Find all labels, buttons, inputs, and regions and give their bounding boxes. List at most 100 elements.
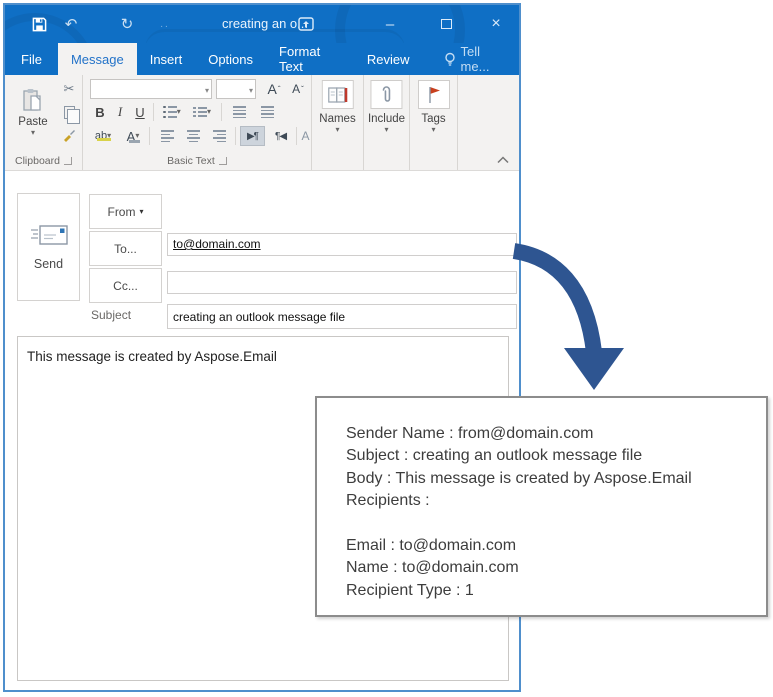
- separator: [235, 127, 236, 145]
- tab-insert[interactable]: Insert: [137, 43, 196, 75]
- send-envelope-icon: [29, 223, 69, 247]
- minimize-button[interactable]: –: [373, 5, 407, 43]
- align-left-icon: [160, 130, 174, 142]
- callout-line: Email : to@domain.com: [346, 537, 517, 555]
- shrink-font-button[interactable]: Aˇ: [287, 79, 309, 99]
- left-to-right-button[interactable]: ▶¶: [240, 126, 265, 146]
- dialog-launcher-icon[interactable]: [63, 157, 72, 166]
- to-field[interactable]: to@domain.com: [167, 233, 517, 256]
- chevron-down-icon: ▾: [384, 125, 389, 134]
- names-button[interactable]: Names ▾: [319, 80, 356, 134]
- dialog-launcher-icon[interactable]: [218, 157, 227, 166]
- subject-field[interactable]: creating an outlook message file: [167, 304, 517, 329]
- page: ↶ ↻ .. creating an o... – × File Message…: [0, 0, 773, 697]
- include-group: Include ▾: [364, 75, 410, 170]
- clear-formatting-button[interactable]: A: [299, 126, 312, 146]
- basic-text-group: ▾ ▾ Aˆ Aˇ B I U ▾ ▾ ab ▾ A ▾ ▶¶ ¶◀ A Bas…: [83, 75, 312, 170]
- redo-button[interactable]: ↻: [113, 5, 141, 43]
- callout-line: [346, 513, 756, 535]
- tags-label: Tags: [421, 113, 446, 125]
- cc-field[interactable]: [167, 271, 517, 294]
- bold-button[interactable]: B: [91, 102, 109, 122]
- font-color-button[interactable]: A ▾: [121, 126, 145, 146]
- tab-review[interactable]: Review: [354, 43, 423, 75]
- chevron-down-icon: ▾: [139, 207, 144, 216]
- ribbon-display-options-button[interactable]: [289, 5, 323, 43]
- numbering-button[interactable]: ▾: [189, 102, 215, 122]
- align-right-button[interactable]: [207, 126, 231, 146]
- align-center-icon: [186, 130, 200, 142]
- send-button[interactable]: Send: [17, 193, 80, 301]
- from-button[interactable]: From ▾: [89, 194, 162, 229]
- to-recipient[interactable]: to@domain.com: [173, 237, 261, 251]
- paste-label: Paste: [18, 116, 48, 128]
- quick-access-customize-button[interactable]: ..: [155, 5, 175, 43]
- font-family-combo[interactable]: ▾: [90, 79, 212, 99]
- callout-line: Name : to@domain.com: [346, 559, 519, 577]
- include-button[interactable]: Include ▾: [368, 80, 405, 134]
- cc-button[interactable]: Cc...: [89, 268, 162, 303]
- text-highlight-button[interactable]: ab ▾: [89, 126, 117, 146]
- tab-options[interactable]: Options: [195, 43, 266, 75]
- lightbulb-icon: [444, 52, 456, 67]
- font-color-icon: A: [127, 129, 140, 144]
- chevron-up-icon: [497, 156, 509, 164]
- paste-button[interactable]: Paste ▾: [11, 79, 55, 145]
- align-left-button[interactable]: [155, 126, 179, 146]
- address-book-icon: [321, 80, 354, 109]
- to-button[interactable]: To...: [89, 231, 162, 266]
- callout-line: Body : This message is created by Aspose…: [346, 469, 692, 487]
- numbered-list-icon: [192, 107, 207, 117]
- redo-icon: ↻: [120, 16, 134, 33]
- up-caret-icon: ˆ: [277, 84, 281, 94]
- font-size-combo[interactable]: ▾: [216, 79, 256, 99]
- tab-message[interactable]: Message: [57, 43, 137, 75]
- align-right-icon: [212, 130, 226, 142]
- increase-indent-button[interactable]: [255, 102, 279, 122]
- chevron-down-icon: ▾: [176, 107, 181, 116]
- chevron-down-icon: ▾: [206, 107, 211, 116]
- separator: [296, 127, 297, 145]
- tab-format-text[interactable]: Format Text: [266, 43, 354, 75]
- window-title: creating an o...: [222, 16, 308, 31]
- undo-button[interactable]: ↶: [57, 5, 85, 43]
- save-button[interactable]: [25, 5, 53, 43]
- flag-icon: [417, 80, 450, 109]
- italic-button[interactable]: I: [111, 102, 129, 122]
- cut-button[interactable]: ✂: [60, 81, 78, 97]
- callout-line: Recipients :: [346, 492, 430, 510]
- chevron-down-icon: ▾: [135, 131, 140, 140]
- bullets-button[interactable]: ▾: [159, 102, 185, 122]
- paste-icon: [21, 88, 45, 114]
- decrease-indent-button[interactable]: [227, 102, 251, 122]
- message-properties-callout: Sender Name : from@domain.com Subject : …: [315, 396, 768, 617]
- tab-tell-me[interactable]: Tell me...: [431, 43, 519, 75]
- undo-icon: ↶: [64, 16, 78, 33]
- maximize-button[interactable]: [429, 5, 463, 43]
- names-group: Names ▾: [312, 75, 364, 170]
- down-caret-icon: ˇ: [301, 84, 304, 94]
- bullet-list-icon: [163, 105, 177, 119]
- underline-button[interactable]: U: [131, 102, 149, 122]
- close-icon: ×: [491, 15, 501, 32]
- grow-font-button[interactable]: Aˆ: [263, 79, 285, 99]
- clipboard-small-buttons: ✂: [57, 81, 81, 143]
- close-button[interactable]: ×: [479, 5, 513, 43]
- clipboard-group-label: Clipboard: [5, 155, 82, 167]
- ribbon-tab-bar: File Message Insert Options Format Text …: [5, 43, 519, 75]
- chevron-down-icon: ▾: [431, 125, 436, 134]
- right-to-left-button[interactable]: ¶◀: [268, 126, 293, 146]
- tab-file[interactable]: File: [5, 43, 58, 75]
- increase-indent-icon: [260, 106, 274, 118]
- align-center-button[interactable]: [181, 126, 205, 146]
- copy-button[interactable]: [60, 104, 80, 124]
- copy-icon: [63, 105, 80, 124]
- tags-group: Tags ▾: [410, 75, 458, 170]
- tell-me-label: Tell me...: [460, 44, 490, 74]
- format-painter-button[interactable]: [60, 127, 78, 143]
- basic-text-group-label: Basic Text: [83, 155, 311, 167]
- tags-button[interactable]: Tags ▾: [417, 80, 450, 134]
- collapse-ribbon-button[interactable]: [497, 156, 509, 164]
- message-body-text: This message is created by Aspose.Email: [27, 349, 277, 364]
- maximize-icon: [440, 19, 452, 29]
